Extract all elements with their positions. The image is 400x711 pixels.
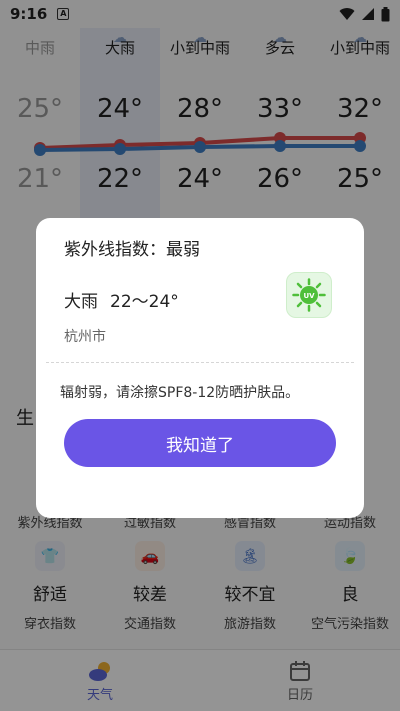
uv-index-dialog: 紫外线指数：最弱 大雨 22～24° 杭州市 UV 辐射弱，请涂擦SPF8-12…	[36, 218, 364, 518]
got-it-button[interactable]: 我知道了	[64, 419, 336, 467]
uv-sun-icon: UV	[286, 272, 332, 318]
dialog-weather: 大雨 22～24°	[64, 287, 179, 312]
dialog-divider	[46, 362, 354, 363]
dialog-weather-condition: 大雨	[64, 292, 98, 312]
dialog-temperature-range: 22～24°	[110, 292, 179, 312]
dialog-city: 杭州市	[64, 329, 106, 345]
dialog-advice: 辐射弱，请涂擦SPF8-12防晒护肤品。	[60, 385, 300, 401]
uv-badge-text: UV	[303, 292, 315, 300]
dialog-title: 紫外线指数：最弱	[64, 240, 200, 260]
